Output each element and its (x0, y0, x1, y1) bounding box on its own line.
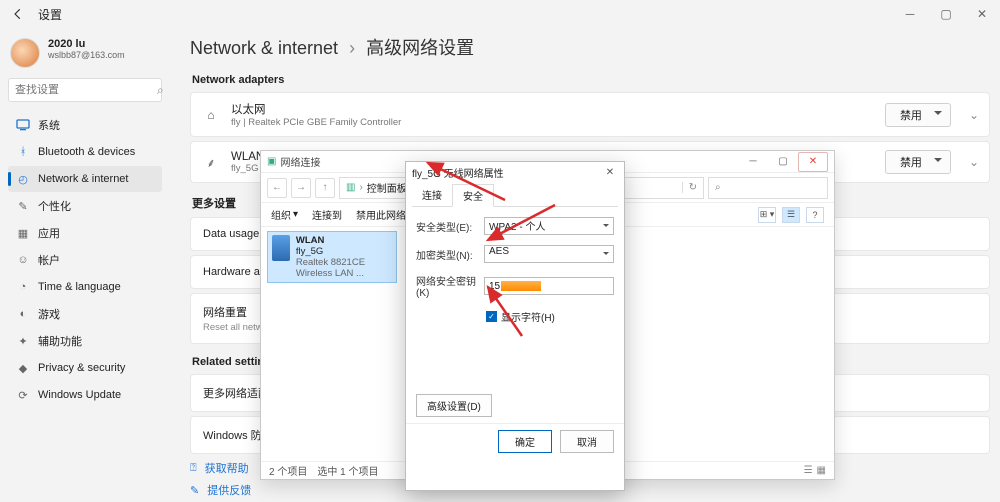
sidebar-item-update[interactable]: ⟳Windows Update (8, 382, 162, 408)
update-icon: ⟳ (16, 388, 30, 402)
wifi-icon: ◴ (16, 172, 30, 186)
security-type-label: 安全类型(E): (416, 219, 478, 234)
nc-title: 网络连接 (280, 154, 320, 169)
help-icon: ⍰ (190, 462, 197, 475)
arrow-left-icon (11, 7, 25, 21)
wifi-icon: ⸙ (201, 154, 221, 171)
maximize-button[interactable]: ▢ (928, 0, 964, 28)
adapter-icon (272, 235, 290, 261)
sidebar-item-gaming[interactable]: ◐游戏 (8, 301, 162, 327)
nc-search-box[interactable]: ⌕ (708, 177, 828, 199)
tab-security[interactable]: 安全 (452, 184, 494, 207)
game-icon: ◐ (16, 307, 30, 321)
breadcrumb: Network & internet › 高级网络设置 (190, 34, 990, 60)
profile-email: wslbb87@163.com (48, 50, 125, 60)
sidebar-item-personalization[interactable]: ✎个性化 (8, 193, 162, 219)
adapter-ethernet[interactable]: ⌂ 以太网 fly | Realtek PCIe GBE Family Cont… (190, 92, 990, 137)
sidebar-item-time[interactable]: ◔Time & language (8, 274, 162, 300)
sidebar-item-bluetooth[interactable]: ᚼBluetooth & devices (8, 139, 162, 165)
nc-minimize-button[interactable]: ─ (738, 152, 768, 172)
feedback-icon: ✎ (190, 484, 199, 497)
help-button[interactable]: ? (806, 207, 824, 223)
refresh-icon[interactable]: ↻ (682, 182, 697, 193)
profile[interactable]: 2020 lu wslbb87@163.com (10, 38, 162, 68)
search-icon: ⌕ (157, 83, 164, 98)
ethernet-disable-dropdown[interactable]: 禁用 (885, 103, 951, 127)
shield-icon: ◆ (16, 361, 30, 375)
search-input[interactable] (15, 84, 157, 96)
view-toggle-a[interactable]: ☰ (804, 465, 813, 476)
profile-name: 2020 lu (48, 38, 125, 50)
folder-icon: ▣ (267, 156, 276, 167)
ok-button[interactable]: 确定 (498, 430, 552, 453)
back-button[interactable] (8, 4, 28, 24)
network-key-input[interactable]: 15 (484, 277, 614, 295)
toolbar-connect[interactable]: 连接到 (312, 207, 342, 222)
security-type-select[interactable]: WPA2 - 个人 (484, 217, 614, 235)
tab-connection[interactable]: 连接 (412, 184, 452, 206)
clock-icon: ◔ (16, 280, 30, 294)
brush-icon: ✎ (16, 199, 30, 213)
view-icons-button[interactable]: ⊞ ▾ (758, 207, 776, 223)
accessibility-icon: ✦ (16, 334, 30, 348)
wlan-disable-dropdown[interactable]: 禁用 (885, 150, 951, 174)
system-icon (16, 118, 30, 132)
sidebar-item-system[interactable]: 系统 (8, 112, 162, 138)
nav-back-button[interactable]: ← (267, 178, 287, 198)
nc-maximize-button[interactable]: ▢ (768, 152, 798, 172)
page-title: 高级网络设置 (366, 38, 474, 58)
toolbar-organize[interactable]: 组织 ▾ (271, 207, 298, 222)
view-details-button[interactable]: ☰ (782, 207, 800, 223)
avatar (10, 38, 40, 68)
nav-forward-button[interactable]: → (291, 178, 311, 198)
chevron-down-icon[interactable]: ⌄ (969, 108, 979, 122)
checkbox-checked-icon: ✓ (486, 311, 497, 322)
wifi-properties-dialog: fly_5G 无线网络属性 ✕ 连接 安全 安全类型(E): WPA2 - 个人… (405, 161, 625, 491)
chevron-right-icon: › (349, 38, 355, 58)
bluetooth-icon: ᚼ (16, 145, 30, 159)
sidebar-item-apps[interactable]: ▦应用 (8, 220, 162, 246)
close-button[interactable]: ✕ (964, 0, 1000, 28)
breadcrumb-root[interactable]: Network & internet (190, 38, 338, 58)
adapters-heading: Network adapters (192, 74, 990, 86)
view-toggle-b[interactable]: ▦ (817, 465, 826, 476)
search-box[interactable]: ⌕ (8, 78, 162, 102)
chevron-down-icon[interactable]: ⌄ (969, 155, 979, 169)
dialog-close-button[interactable]: ✕ (602, 164, 618, 180)
app-title: 设置 (38, 6, 62, 23)
minimize-button[interactable]: ─ (892, 0, 928, 28)
redacted-key (501, 281, 541, 291)
sidebar-item-accessibility[interactable]: ✦辅助功能 (8, 328, 162, 354)
apps-icon: ▦ (16, 226, 30, 240)
cancel-button[interactable]: 取消 (560, 430, 614, 453)
sidebar-item-network[interactable]: ◴Network & internet (8, 166, 162, 192)
sidebar-item-accounts[interactable]: ☺帐户 (8, 247, 162, 273)
sidebar-item-privacy[interactable]: ◆Privacy & security (8, 355, 162, 381)
ethernet-icon: ⌂ (201, 108, 221, 122)
nc-close-button[interactable]: ✕ (798, 152, 828, 172)
network-key-label: 网络安全密钥(K) (416, 273, 478, 299)
encryption-type-select[interactable]: AES (484, 245, 614, 263)
search-icon: ⌕ (715, 182, 721, 193)
control-panel-icon: ▥ (346, 182, 355, 193)
nav-up-button[interactable]: ↑ (315, 178, 335, 198)
advanced-settings-button[interactable]: 高级设置(D) (416, 394, 492, 417)
dialog-title: fly_5G 无线网络属性 (412, 165, 504, 180)
wlan-adapter-item[interactable]: WLAN fly_5G Realtek 8821CE Wireless LAN … (267, 231, 397, 283)
show-characters-checkbox[interactable]: ✓ 显示字符(H) (486, 309, 614, 324)
person-icon: ☺ (16, 253, 30, 267)
encryption-type-label: 加密类型(N): (416, 247, 478, 262)
